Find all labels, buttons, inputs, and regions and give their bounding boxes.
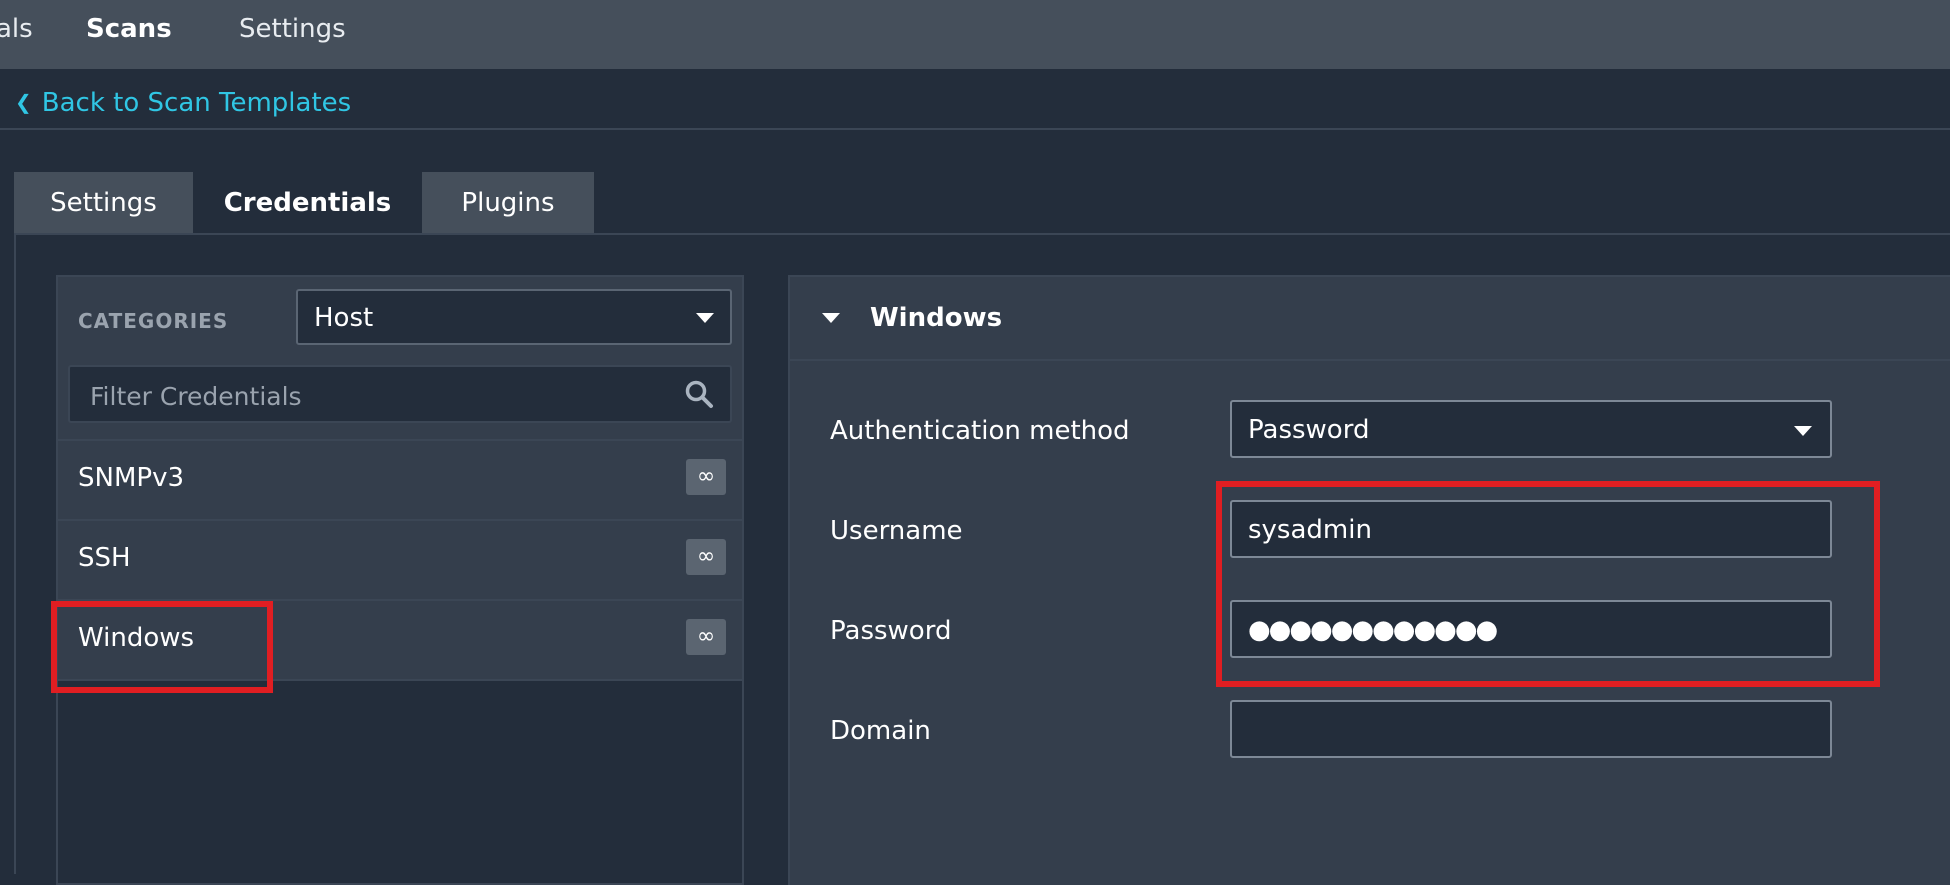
credentials-fields-highlight (1216, 481, 1880, 687)
tab-plugins[interactable]: Plugins (422, 172, 594, 234)
auth-method-select[interactable]: Password (1230, 400, 1832, 458)
nav-item-settings[interactable]: Settings (239, 14, 346, 44)
windows-panel-title: Windows (870, 303, 1003, 333)
filter-row (58, 359, 742, 439)
credential-item-snmpv3[interactable]: SNMPv3 ∞ (58, 439, 742, 519)
back-link-label: Back to Scan Templates (41, 88, 352, 118)
categories-label: CATEGORIES (78, 309, 229, 333)
category-select[interactable]: Host (296, 289, 732, 345)
credential-item-ssh[interactable]: SSH ∞ (58, 519, 742, 599)
tab-settings[interactable]: Settings (14, 172, 193, 234)
filter-credentials-field[interactable] (68, 365, 732, 423)
password-label: Password (830, 616, 952, 646)
domain-label: Domain (830, 716, 931, 746)
chevron-down-icon (1794, 426, 1812, 436)
chevron-down-icon (696, 313, 714, 323)
credential-label: SSH (78, 543, 131, 573)
tabs-underline (14, 233, 1950, 235)
infinity-icon: ∞ (686, 459, 726, 495)
credential-label: SNMPv3 (78, 463, 184, 493)
username-label: Username (830, 516, 963, 546)
back-to-scan-templates-link[interactable]: ❮ Back to Scan Templates (15, 88, 351, 118)
content-border (14, 233, 16, 874)
category-select-value: Host (314, 303, 374, 333)
nav-item-partial[interactable]: als (0, 14, 33, 44)
domain-field[interactable] (1230, 700, 1832, 758)
auth-method-label: Authentication method (830, 416, 1130, 446)
infinity-icon: ∞ (686, 619, 726, 655)
auth-method-value: Password (1248, 415, 1370, 445)
nav-item-scans[interactable]: Scans (86, 14, 172, 44)
categories-header: CATEGORIES Host (58, 277, 742, 359)
filter-credentials-input[interactable] (88, 379, 652, 413)
collapse-caret-icon[interactable] (822, 313, 840, 323)
windows-item-highlight (51, 601, 273, 693)
chevron-left-icon: ❮ (15, 90, 32, 114)
windows-panel-header[interactable]: Windows (790, 277, 1950, 361)
divider (0, 128, 1950, 130)
infinity-icon: ∞ (686, 539, 726, 575)
tab-credentials[interactable]: Credentials (193, 172, 422, 234)
credentials-category-panel: CATEGORIES Host SNMPv3 ∞ SSH ∞ Windows ∞ (56, 275, 744, 885)
search-icon[interactable] (684, 379, 714, 413)
top-nav-bar: als Scans Settings (0, 0, 1950, 69)
